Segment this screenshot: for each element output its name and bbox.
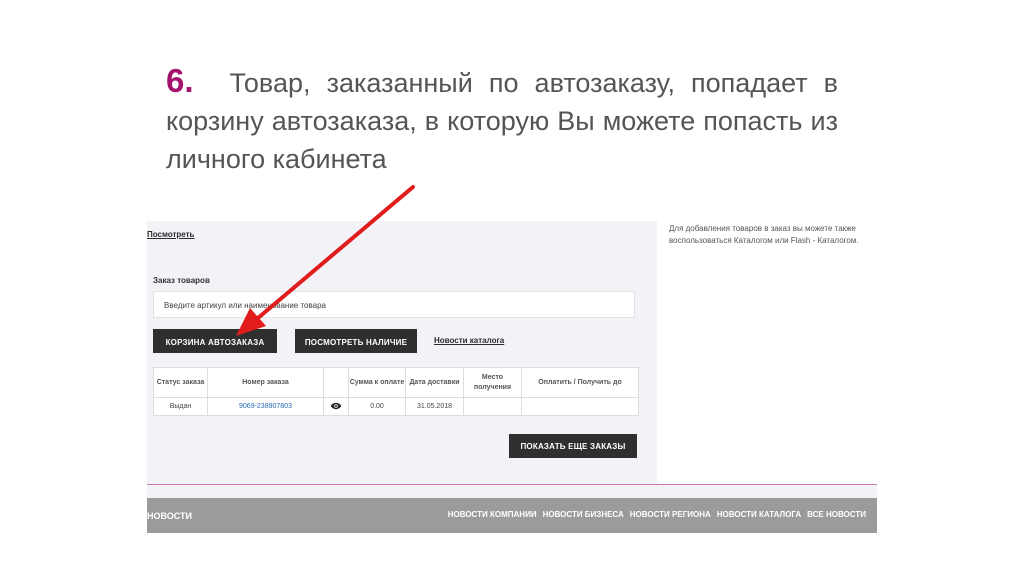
header-due: Оплатить / Получить до [521,367,639,398]
footer-news-title: НОВОСТИ [147,511,193,521]
eye-icon[interactable] [323,397,349,416]
news-footer: НОВОСТИ НОВОСТИ КОМПАНИИ НОВОСТИ БИЗНЕСА… [147,498,877,533]
header-status: Статус заказа [153,367,208,398]
header-number: Номер заказа [207,367,324,398]
footer-link-catalog[interactable]: НОВОСТИ КАТАЛОГА [717,510,801,519]
orders-table: Статус заказа Номер заказа Сумма к оплат… [153,367,639,416]
right-panel [657,221,877,485]
product-search-input[interactable]: Введите артикул или наименование товара [153,291,635,318]
header-date: Дата доставки [405,367,464,398]
view-link[interactable]: Посмотреть [147,230,194,239]
header-place: Место получения [463,367,522,398]
cell-sum: 0.00 [348,397,406,416]
show-more-orders-button[interactable]: ПОКАЗАТЬ ЕЩЕ ЗАКАЗЫ [509,434,637,458]
slide-number: 6. [166,62,194,99]
table-header-row: Статус заказа Номер заказа Сумма к оплат… [153,367,639,398]
cell-due [521,397,639,416]
table-row: Выдан 9069-238907803 0.00 31.05.2018 [153,397,639,416]
header-sum: Сумма к оплате [348,367,406,398]
footer-link-region[interactable]: НОВОСТИ РЕГИОНА [630,510,711,519]
header-view [323,367,349,398]
order-number-link[interactable]: 9069-238907803 [207,397,324,416]
catalog-news-link[interactable]: Новости каталога [434,336,504,345]
cell-status: Выдан [153,397,208,416]
divider [147,484,877,485]
slide-text: Товар, заказанный по автозаказу, попадае… [166,68,838,174]
footer-link-company[interactable]: НОВОСТИ КОМПАНИИ [448,510,537,519]
cell-date: 31.05.2018 [405,397,464,416]
check-stock-button[interactable]: ПОСМОТРЕТЬ НАЛИЧИЕ [295,329,417,353]
footer-link-all[interactable]: ВСЕ НОВОСТИ [807,510,866,519]
slide-title: 6. Товар, заказанный по автозаказу, попад… [166,62,838,178]
footer-links: НОВОСТИ КОМПАНИИ НОВОСТИ БИЗНЕСА НОВОСТИ… [448,510,866,519]
catalog-hint: Для добавления товаров в заказ вы можете… [669,224,859,245]
order-section-label: Заказ товаров [153,276,210,285]
autoorder-cart-button[interactable]: КОРЗИНА АВТОЗАКАЗА [153,329,277,353]
cell-place [463,397,522,416]
footer-link-business[interactable]: НОВОСТИ БИЗНЕСА [543,510,624,519]
